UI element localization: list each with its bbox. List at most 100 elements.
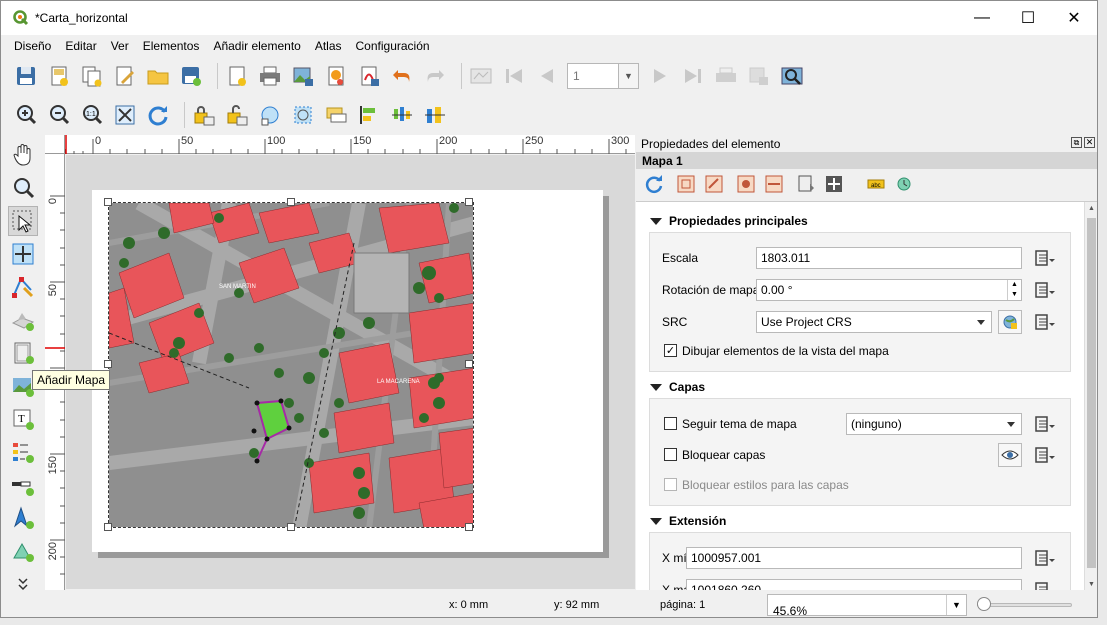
menu-atlas[interactable]: Atlas [308,39,349,53]
refresh-map-icon[interactable] [644,174,664,194]
undo-icon[interactable] [389,63,415,89]
export-pdf-icon[interactable] [356,63,382,89]
add-legend-icon[interactable] [8,437,38,467]
data-defined-override-icon[interactable] [1032,247,1058,269]
data-defined-override-icon[interactable] [1032,579,1058,590]
add-label-icon[interactable]: T [8,404,38,434]
rotation-spinner-icon[interactable]: ▲ ▼ [1007,280,1021,300]
menu-diseno[interactable]: Diseño [7,39,58,53]
menu-configuracion[interactable]: Configuración [349,39,437,53]
menu-editar[interactable]: Editar [58,39,103,53]
properties-scroll-area[interactable]: Propiedades principales Escala 1803.011 … [636,201,1097,590]
export-svg-icon[interactable] [323,63,349,89]
scroll-up-icon[interactable]: ▲ [1088,205,1095,212]
crs-select[interactable]: Use Project CRS [756,311,992,333]
menu-ver[interactable]: Ver [104,39,136,53]
raise-items-icon[interactable] [323,102,349,128]
chevron-down-icon[interactable]: ▼ [619,63,639,89]
data-defined-override-icon[interactable] [1032,279,1058,301]
data-defined-override-icon[interactable] [1032,311,1058,333]
maximize-button[interactable]: ☐ [1005,1,1051,35]
theme-select[interactable]: (ninguno) [846,413,1022,435]
minimize-button[interactable]: — [959,1,1005,35]
align-items-icon[interactable] [356,102,382,128]
selection-handle[interactable] [104,198,112,206]
add-shape-icon[interactable] [8,536,38,566]
distribute-items-icon[interactable] [389,102,415,128]
section-main-properties[interactable]: Propiedades principales [636,210,808,232]
pan-hand-icon[interactable] [8,140,38,170]
float-panel-icon[interactable]: ⧉ [1071,137,1082,148]
eye-icon[interactable] [998,443,1022,467]
bookmarks-icon[interactable] [796,174,816,194]
view-extent-icon[interactable] [704,174,724,194]
move-map-content-icon[interactable] [824,174,844,194]
selection-handle[interactable] [104,360,112,368]
scale-input[interactable]: 1803.011 [756,247,1022,269]
atlas-preview-icon[interactable] [468,63,494,89]
select-move-icon[interactable] [8,206,38,236]
zoom-100-icon[interactable]: 1:1 [79,102,105,128]
follow-theme-checkbox[interactable] [664,417,677,430]
data-defined-override-icon[interactable] [1032,413,1058,435]
draw-map-items-checkbox[interactable]: ✓ [664,344,677,357]
new-layout-icon[interactable] [46,63,72,89]
close-panel-icon[interactable]: ✕ [1084,137,1095,148]
save-as-template-icon[interactable] [178,63,204,89]
new-page-icon[interactable] [224,63,250,89]
layout-canvas[interactable]: SAN MARTIN LA MACARENA [66,155,635,589]
duplicate-layout-icon[interactable] [79,63,105,89]
add-scalebar-icon[interactable] [8,470,38,500]
section-layers[interactable]: Capas [636,376,705,398]
first-feature-icon[interactable] [501,63,527,89]
set-scale-icon[interactable] [736,174,756,194]
zoom-slider[interactable] [977,603,1072,607]
lock-styles-checkbox[interactable] [664,478,677,491]
temporal-settings-icon[interactable] [894,174,914,194]
last-feature-icon[interactable] [680,63,706,89]
selection-handle[interactable] [287,523,295,531]
edit-nodes-icon[interactable] [8,272,38,302]
zoom-out-icon[interactable] [46,102,72,128]
data-defined-override-icon[interactable] [1032,547,1058,569]
resize-items-icon[interactable] [422,102,448,128]
selection-handle[interactable] [465,523,473,531]
xmin-input[interactable]: 1000957.001 [686,547,1022,569]
zoom-select[interactable]: 45.6% ▼ [767,594,967,617]
add-3d-map-icon[interactable] [8,305,38,335]
xmax-input[interactable]: 1001860.260 [686,579,1022,590]
view-scale-icon[interactable] [764,174,784,194]
selection-handle[interactable] [104,523,112,531]
properties-scrollbar[interactable]: ▲ ▼ [1084,202,1097,590]
layout-manager-icon[interactable] [112,63,138,89]
menu-anadir-elemento[interactable]: Añadir elemento [206,39,307,53]
save-icon[interactable] [13,63,39,89]
previous-feature-icon[interactable] [534,63,560,89]
lock-items-icon[interactable] [191,102,217,128]
label-settings-icon[interactable]: abc [866,174,886,194]
redo-icon[interactable] [422,63,448,89]
selection-handle[interactable] [287,198,295,206]
export-image-icon[interactable] [290,63,316,89]
zoom-slider-handle[interactable] [977,597,991,611]
group-items-icon[interactable] [257,102,283,128]
menu-elementos[interactable]: Elementos [136,39,207,53]
add-north-arrow-icon[interactable] [8,503,38,533]
ungroup-items-icon[interactable] [290,102,316,128]
set-extent-icon[interactable] [676,174,696,194]
selection-handle[interactable] [465,360,473,368]
scrollbar-thumb[interactable] [1087,218,1096,568]
scroll-down-icon[interactable]: ▼ [1088,581,1095,588]
print-atlas-icon[interactable] [713,63,739,89]
export-atlas-icon[interactable] [746,63,772,89]
crs-globe-icon[interactable] [998,310,1022,334]
zoom-full-icon[interactable] [112,102,138,128]
next-feature-icon[interactable] [647,63,673,89]
selection-handle[interactable] [465,198,473,206]
refresh-icon[interactable] [145,102,171,128]
unlock-items-icon[interactable] [224,102,250,128]
lock-layers-checkbox[interactable] [664,448,677,461]
data-defined-override-icon[interactable] [1032,444,1058,466]
close-button[interactable]: ✕ [1051,1,1097,35]
rotation-input[interactable]: 0.00 ° [756,279,1022,301]
